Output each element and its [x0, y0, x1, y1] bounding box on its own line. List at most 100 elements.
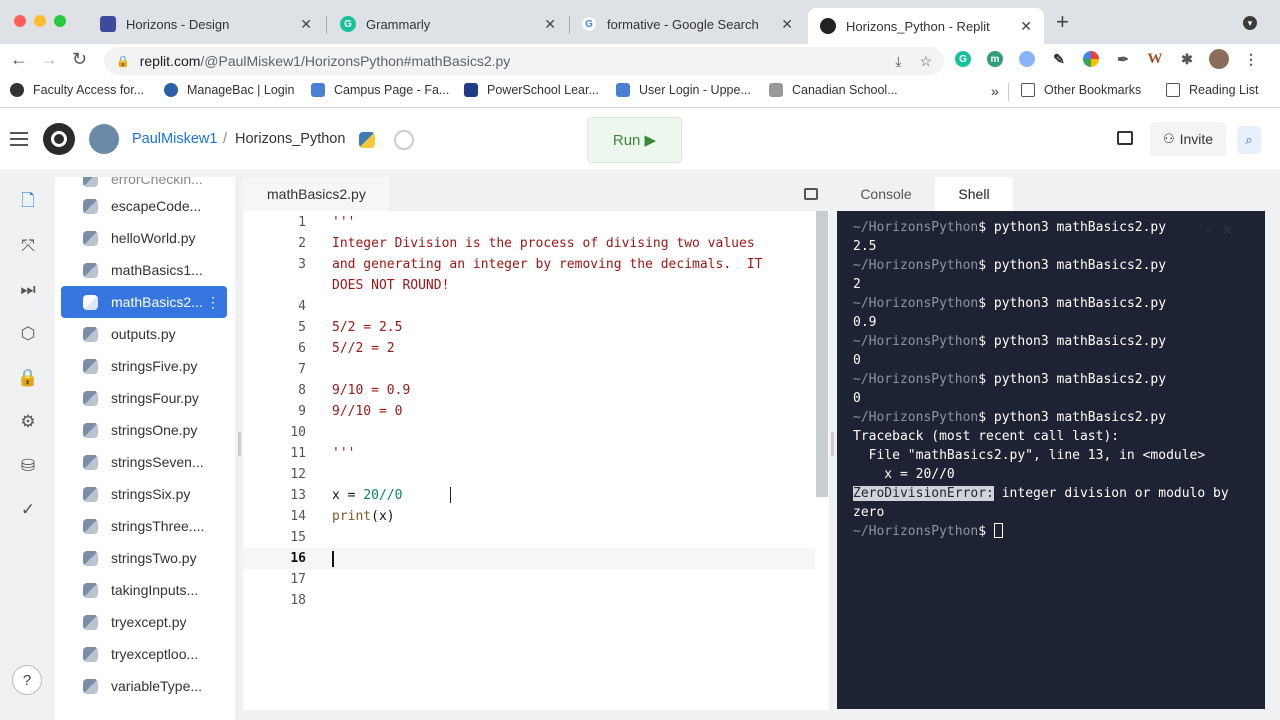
minimize-window-button[interactable]: [34, 15, 46, 27]
tab-search-icon[interactable]: ▾: [1243, 16, 1257, 30]
replit-logo[interactable]: [43, 123, 75, 155]
code-line[interactable]: 11 ''': [243, 443, 815, 464]
code-line[interactable]: DOES NOT ROUND!: [243, 275, 815, 296]
file-item[interactable]: mathBasics1...: [61, 254, 227, 286]
browser-tab-active[interactable]: Horizons_Python - Replit ✕: [808, 8, 1044, 44]
file-menu-icon[interactable]: ⋮: [206, 294, 220, 311]
code-line[interactable]: 1 ''': [243, 212, 815, 233]
tab-console[interactable]: Console: [837, 177, 935, 211]
maximize-window-button[interactable]: [54, 15, 66, 27]
new-tab-icon[interactable]: +: [1056, 11, 1069, 33]
code-line[interactable]: 10: [243, 422, 815, 443]
bookmark-item[interactable]: Faculty Access for...: [10, 83, 144, 97]
address-bar[interactable]: 🔒 replit.com/@PaulMiskew1/HorizonsPython…: [104, 47, 944, 75]
back-icon[interactable]: ←: [10, 49, 28, 70]
browser-tab[interactable]: G formative - Google Search ✕: [569, 8, 805, 40]
repl-name[interactable]: Horizons_Python: [235, 131, 345, 147]
close-tab-icon[interactable]: ✕: [781, 16, 793, 33]
invite-button[interactable]: ⚇ Invite: [1150, 122, 1226, 156]
resize-handle[interactable]: [831, 432, 834, 456]
user-avatar[interactable]: [89, 124, 119, 154]
reading-list[interactable]: Reading List: [1166, 83, 1259, 97]
bookmark-item[interactable]: Campus Page - Fa...: [311, 83, 449, 97]
bookmark-item[interactable]: User Login - Uppe...: [616, 83, 751, 97]
bookmark-item[interactable]: ManageBac | Login: [164, 83, 295, 97]
install-icon[interactable]: ⤓: [895, 53, 901, 70]
menu-icon[interactable]: [10, 132, 28, 146]
forward-icon[interactable]: →: [40, 49, 58, 70]
bookmark-star-icon[interactable]: ☆: [919, 53, 932, 70]
reload-icon[interactable]: ↻: [72, 49, 87, 70]
code-line[interactable]: 4: [243, 296, 815, 317]
editor-tab[interactable]: mathBasics2.py: [243, 177, 391, 211]
code-line[interactable]: 3 and generating an integer by removing t…: [243, 254, 815, 275]
code-area[interactable]: 1 ''' 2 Integer Division is the process of …: [243, 211, 815, 710]
close-tab-icon[interactable]: ✕: [1020, 18, 1032, 35]
file-item[interactable]: stringsOne.py: [61, 414, 227, 446]
unit-tests-check-icon[interactable]: ✓: [17, 499, 39, 521]
settings-gear-icon[interactable]: ⚙: [17, 411, 39, 433]
file-item[interactable]: stringsThree....: [61, 510, 227, 542]
debugger-icon[interactable]: ⏭: [17, 279, 39, 301]
file-item[interactable]: outputs.py: [61, 318, 227, 350]
extension-m-icon[interactable]: m: [987, 51, 1003, 67]
extensions-puzzle-icon[interactable]: ✱: [1179, 51, 1195, 67]
code-line[interactable]: 15: [243, 527, 815, 548]
browser-menu-icon[interactable]: ⋮: [1243, 51, 1259, 67]
run-button[interactable]: Run ▶: [587, 117, 682, 163]
file-item-active[interactable]: mathBasics2... ⋮: [61, 286, 227, 318]
database-icon[interactable]: ⛁: [17, 455, 39, 477]
code-line[interactable]: 9 9//10 = 0: [243, 401, 815, 422]
code-line[interactable]: 5 5/2 = 2.5: [243, 317, 815, 338]
search-icon[interactable]: ⌕: [1237, 126, 1261, 154]
profile-avatar[interactable]: [1209, 49, 1229, 69]
chat-icon[interactable]: [1117, 131, 1133, 145]
code-line[interactable]: 16: [243, 548, 815, 569]
file-item[interactable]: tryexceptloo...: [61, 638, 227, 670]
code-line[interactable]: 7: [243, 359, 815, 380]
resize-handle[interactable]: [238, 432, 241, 456]
code-line[interactable]: 2 Integer Division is the process of divi…: [243, 233, 815, 254]
editor-scrollbar[interactable]: [816, 211, 828, 497]
browser-tab[interactable]: Horizons - Design ✕: [88, 8, 324, 40]
history-icon[interactable]: [394, 130, 414, 150]
code-editor[interactable]: mathBasics2.py 1 ''' 2 Integer Division is …: [243, 177, 829, 710]
bookmarks-overflow-icon[interactable]: »: [991, 83, 999, 99]
bookmark-item[interactable]: PowerSchool Lear...: [464, 83, 599, 97]
version-control-icon[interactable]: ⤧: [17, 235, 39, 257]
username-link[interactable]: PaulMiskew1: [132, 131, 217, 147]
code-line[interactable]: 18: [243, 590, 815, 611]
shell-terminal[interactable]: ⌕ ✕ ~/HorizonsPython$ python3 mathBasics…: [837, 211, 1265, 709]
other-bookmarks[interactable]: Other Bookmarks: [1021, 83, 1141, 97]
file-item[interactable]: takingInputs...: [61, 574, 227, 606]
file-item[interactable]: stringsFour.py: [61, 382, 227, 414]
grammarly-extension-icon[interactable]: G: [955, 51, 971, 67]
terminal-search-icon[interactable]: ⌕: [1205, 225, 1211, 237]
browser-tab[interactable]: G Grammarly ✕: [328, 8, 568, 40]
file-item[interactable]: escapeCode...: [61, 190, 227, 222]
close-tab-icon[interactable]: ✕: [544, 16, 556, 33]
file-item[interactable]: tryexcept.py: [61, 606, 227, 638]
bookmark-item[interactable]: Canadian School...: [769, 83, 898, 97]
file-item[interactable]: stringsFive.py: [61, 350, 227, 382]
code-line[interactable]: 14 print(x): [243, 506, 815, 527]
close-window-button[interactable]: [14, 15, 26, 27]
code-line[interactable]: 17: [243, 569, 815, 590]
wikipedia-extension-icon[interactable]: W: [1147, 51, 1163, 67]
file-item[interactable]: stringsTwo.py: [61, 542, 227, 574]
code-line[interactable]: 8 9/10 = 0.9: [243, 380, 815, 401]
layout-icon[interactable]: [804, 188, 818, 200]
secrets-lock-icon[interactable]: 🔒: [17, 367, 39, 389]
extension-icon[interactable]: [1019, 51, 1035, 67]
file-item[interactable]: helloWorld.py: [61, 222, 227, 254]
close-tab-icon[interactable]: ✕: [300, 16, 312, 33]
files-icon[interactable]: 🗋: [17, 191, 39, 213]
tab-shell[interactable]: Shell: [935, 177, 1013, 211]
code-line[interactable]: 13 x = 20//0: [243, 485, 815, 506]
color-picker-icon[interactable]: [1083, 51, 1099, 67]
edit-extension-icon[interactable]: ✎: [1051, 51, 1067, 67]
help-button[interactable]: ?: [12, 665, 42, 695]
code-line[interactable]: 6 5//2 = 2: [243, 338, 815, 359]
terminal-clear-icon[interactable]: ✕: [1223, 225, 1231, 237]
packages-icon[interactable]: ⬡: [17, 323, 39, 345]
